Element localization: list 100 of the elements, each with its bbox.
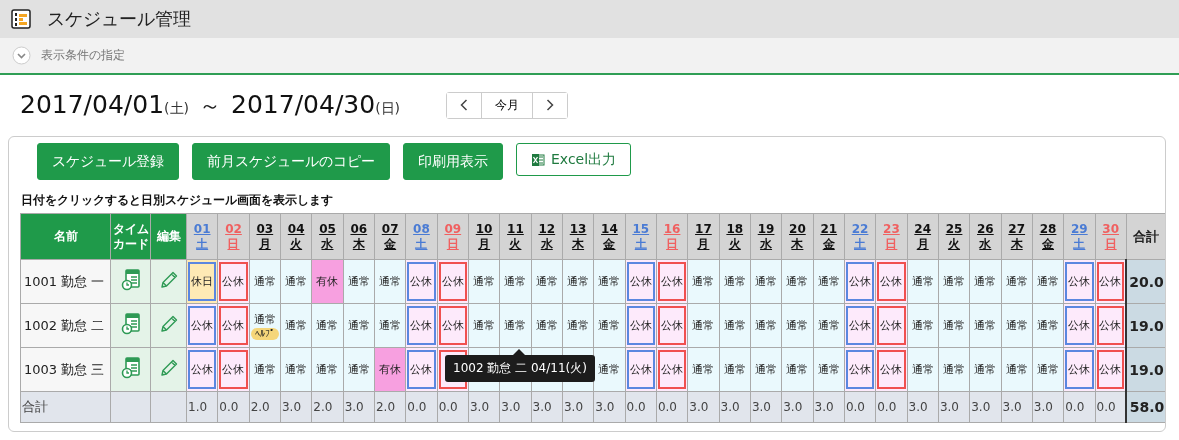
date-link[interactable]: 05 (319, 222, 336, 237)
schedule-cell[interactable]: 公休 (1096, 306, 1125, 345)
schedule-cell[interactable]: 公休 (219, 306, 248, 345)
expand-icon[interactable] (12, 46, 31, 65)
schedule-cell[interactable]: 公休 (407, 350, 436, 389)
date-link[interactable]: 28 (1039, 222, 1057, 237)
schedule-cell[interactable]: 公休 (657, 262, 687, 301)
schedule-cell[interactable]: 公休 (1065, 262, 1094, 301)
schedule-cell[interactable]: 公休 (188, 350, 217, 389)
date-link[interactable]: 20 (789, 222, 806, 237)
timecard-icon[interactable] (120, 269, 141, 291)
weekday-label: 金 (1042, 236, 1054, 251)
weekday-label: 日 (227, 236, 240, 251)
range-separator: ～ (199, 91, 222, 120)
date-link[interactable]: 25 (945, 222, 963, 237)
date-link[interactable]: 26 (977, 222, 994, 237)
schedule-cell[interactable]: 公休 (438, 306, 467, 345)
weekday-label: 月 (258, 236, 271, 251)
excel-export-button[interactable]: Excel出力 (516, 143, 632, 176)
date-link[interactable]: 14 (601, 222, 618, 237)
column-header: 名前 (20, 213, 111, 260)
date-link[interactable]: 11 (507, 222, 524, 237)
schedule-cell[interactable]: 公休 (1065, 306, 1094, 345)
schedule-cell[interactable]: 公休 (626, 262, 655, 301)
schedule-cell[interactable]: 公休 (877, 262, 906, 301)
schedule-cell[interactable]: 公休 (626, 350, 655, 389)
schedule-cell[interactable]: 公休 (407, 262, 436, 301)
column-header: 編集 (150, 213, 187, 260)
date-link[interactable]: 07 (381, 222, 399, 237)
schedule-cell[interactable]: 公休 (219, 262, 248, 301)
row-total: 20.0 (1126, 259, 1165, 304)
date-link[interactable]: 04 (287, 222, 305, 237)
weekday-label: 水 (540, 236, 553, 251)
row-total: 19.0 (1126, 303, 1165, 348)
employee-name: 1002 勤怠 二 (20, 303, 111, 348)
schedule-cell[interactable]: 公休 (877, 350, 906, 389)
schedule-cell[interactable]: 公休 (845, 350, 875, 389)
start-date: 2017/04/01 (20, 89, 165, 119)
current-month-button[interactable]: 今月 (481, 92, 534, 118)
tooltip: 1002 勤怠 二 04/11(火) (445, 355, 595, 382)
pencil-icon[interactable] (158, 314, 179, 334)
action-button[interactable]: 前月スケジュールのコピー (192, 143, 390, 180)
column-header: 合計 (1126, 213, 1165, 260)
date-link[interactable]: 10 (475, 222, 493, 237)
date-link[interactable]: 17 (695, 222, 712, 237)
row-total: 19.0 (1126, 347, 1165, 392)
date-link[interactable]: 13 (569, 222, 587, 237)
weekday-label: 火 (728, 236, 741, 251)
schedule-cell[interactable]: 公休 (188, 306, 217, 345)
date-link[interactable]: 03 (256, 222, 274, 237)
schedule-cell[interactable]: 休日 (188, 262, 217, 301)
weekday-label: 金 (603, 236, 616, 251)
date-link[interactable]: 27 (1008, 222, 1026, 237)
weekday-label: 月 (697, 236, 710, 251)
weekday-label: 水 (321, 236, 334, 251)
date-link[interactable]: 21 (820, 222, 838, 237)
action-button[interactable]: スケジュール登録 (37, 143, 179, 180)
filter-toggle[interactable]: 表示条件の指定 (41, 47, 125, 64)
weekday-label: 火 (948, 236, 961, 251)
schedule-cell[interactable]: 公休 (1096, 350, 1125, 389)
timecard-icon[interactable] (120, 313, 141, 335)
weekday-label: 火 (290, 236, 303, 251)
help-badge: ﾍﾙﾌﾟ (250, 327, 279, 340)
date-link[interactable]: 12 (538, 222, 556, 237)
schedule-cell[interactable]: 公休 (1065, 350, 1094, 389)
date-link[interactable]: 18 (726, 222, 744, 237)
weekday-label: 木 (791, 236, 804, 251)
schedule-cell[interactable]: 公休 (845, 262, 875, 301)
date-link[interactable]: 06 (350, 222, 368, 237)
weekday-label: 木 (1010, 236, 1023, 251)
employee-name: 1003 勤怠 三 (20, 347, 111, 392)
schedule-cell[interactable]: 公休 (657, 350, 687, 389)
action-button[interactable]: 印刷用表示 (403, 143, 503, 180)
weekday-label: 日 (446, 236, 459, 251)
weekday-label: 火 (509, 236, 522, 251)
excel-icon (531, 152, 545, 167)
weekday-label: 土 (634, 236, 647, 251)
date-link[interactable]: 19 (757, 222, 775, 237)
weekday-label: 土 (854, 236, 867, 251)
pencil-icon[interactable] (158, 358, 179, 378)
employee-name: 1001 勤怠 一 (20, 259, 111, 304)
schedule-cell[interactable]: 公休 (845, 306, 875, 345)
weekday-label: 日 (666, 236, 679, 251)
schedule-cell[interactable]: 公休 (407, 306, 436, 345)
weekday-label: 土 (415, 236, 428, 251)
timecard-icon[interactable] (120, 357, 141, 379)
weekday-label: 土 (196, 236, 209, 251)
date-link[interactable]: 24 (914, 222, 932, 237)
chevron-right-icon (546, 99, 555, 111)
schedule-cell[interactable]: 公休 (877, 306, 906, 345)
schedule-list-icon (11, 9, 31, 29)
schedule-cell[interactable]: 公休 (657, 306, 687, 345)
weekday-label: 土 (1073, 236, 1086, 251)
schedule-cell[interactable]: 公休 (1096, 262, 1125, 301)
schedule-cell[interactable]: 公休 (219, 350, 248, 389)
pencil-icon[interactable] (158, 270, 179, 290)
weekday-label: 日 (1104, 236, 1117, 251)
schedule-cell[interactable]: 公休 (438, 262, 467, 301)
window-title: スケジュール管理 (47, 7, 191, 31)
schedule-cell[interactable]: 公休 (626, 306, 655, 345)
